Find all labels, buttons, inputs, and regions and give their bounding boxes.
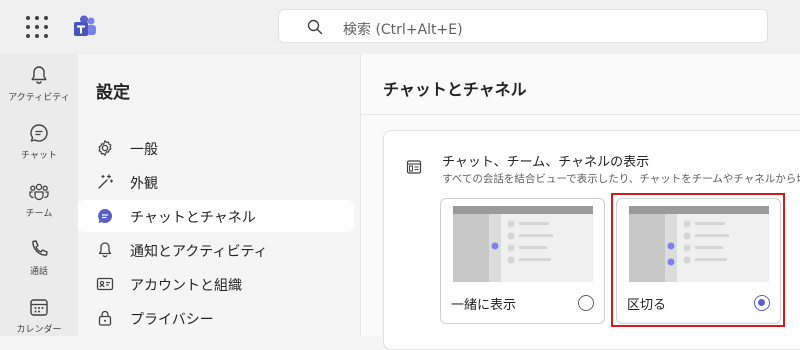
magic-wand-icon <box>98 174 114 189</box>
bell-icon <box>98 242 112 258</box>
phone-icon <box>32 240 48 256</box>
card-description: すべての会話を結合ビューで表示したり、チャットをチームやチャネルから切り <box>442 173 800 185</box>
bell-icon <box>31 66 47 84</box>
settings-item-accounts[interactable]: アカウントと組織 <box>78 268 354 300</box>
search-box[interactable]: 検索 (Ctrl+Alt+E) <box>278 9 768 43</box>
settings-item-label: 外観 <box>130 176 158 192</box>
settings-item-label: アカウントと組織 <box>130 278 242 294</box>
settings-item-notifications[interactable]: 通知とアクティビティ <box>78 234 354 266</box>
settings-item-general[interactable]: 一般 <box>78 132 354 164</box>
radio-button-unselected[interactable] <box>578 295 594 311</box>
settings-item-label: チャットとチャネル <box>130 210 256 226</box>
settings-item-label: 一般 <box>130 142 158 158</box>
layout-option-combined[interactable]: 一緒に表示 <box>440 198 605 324</box>
rail-item-chat[interactable]: チャット <box>0 116 78 172</box>
settings-nav: 設定 一般 外観 チャットとチャネル 通知とアクティビティ アカウントと組織 プ… <box>78 54 360 336</box>
lock-icon <box>98 310 112 326</box>
list-lines-icon <box>507 220 553 264</box>
settings-item-appearance[interactable]: 外観 <box>78 166 354 198</box>
rail-item-teams[interactable]: チーム <box>0 174 78 230</box>
app-launcher-icon[interactable] <box>26 16 48 38</box>
chat-icon <box>30 124 48 142</box>
layout-icon <box>406 160 422 174</box>
rail-item-calendar[interactable]: カレンダー <box>0 290 78 346</box>
settings-item-label: 通知とアクティビティ <box>130 244 268 260</box>
title-bar: 検索 (Ctrl+Alt+E) <box>0 0 800 54</box>
option-label: 一緒に表示 <box>451 298 517 313</box>
id-card-icon <box>96 277 114 291</box>
search-icon <box>307 19 323 35</box>
settings-item-privacy[interactable]: プライバシー <box>78 302 354 334</box>
rail-label: チャット <box>21 151 57 161</box>
calendar-icon <box>30 299 48 316</box>
chat-icon <box>491 242 499 250</box>
settings-title: 設定 <box>96 83 130 103</box>
rail-label: アクティビティ <box>8 93 70 103</box>
card-title: チャット、チーム、チャネルの表示 <box>442 155 650 170</box>
settings-item-chats-channels[interactable]: チャットとチャネル <box>78 200 354 232</box>
rail-label: 通話 <box>29 267 48 277</box>
combined-preview-thumbnail <box>453 206 593 282</box>
settings-item-label: プライバシー <box>130 312 214 328</box>
rail-label: チーム <box>25 209 53 219</box>
app-rail: アクティビティ チャット チーム 通話 カレンダー <box>0 54 78 336</box>
search-placeholder: 検索 (Ctrl+Alt+E) <box>343 22 463 38</box>
chat-bubble-icon <box>98 208 113 223</box>
page-title: チャットとチャネル <box>383 80 527 99</box>
divider <box>361 114 800 115</box>
teams-logo-icon <box>74 15 96 36</box>
highlight-box <box>611 193 785 327</box>
rail-item-activity[interactable]: アクティビティ <box>0 58 78 114</box>
rail-label: カレンダー <box>16 325 62 335</box>
gear-icon <box>98 140 112 156</box>
rail-item-calls[interactable]: 通話 <box>0 232 78 288</box>
teams-icon <box>29 183 49 201</box>
